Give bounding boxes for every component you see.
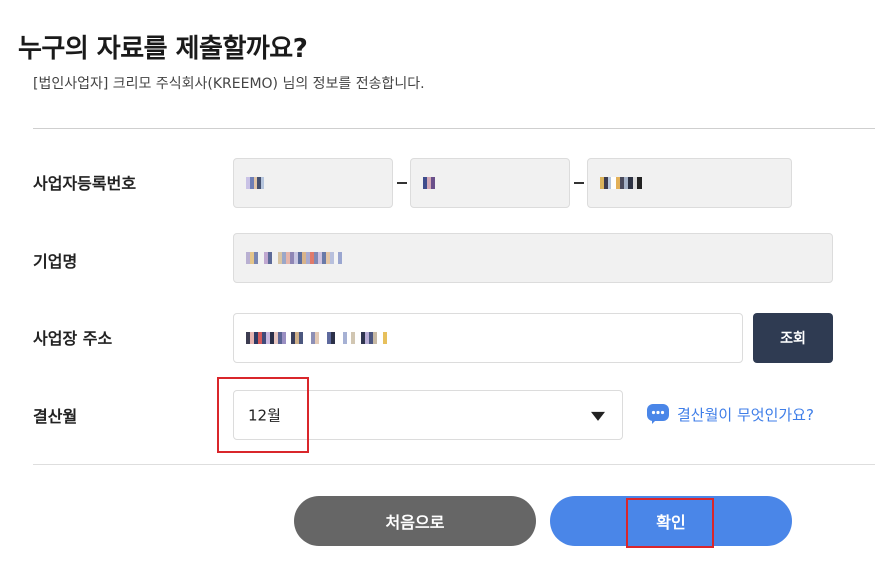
business-number-part2-field[interactable]: [410, 158, 570, 208]
masked-value: [246, 332, 387, 344]
masked-value: [246, 177, 264, 189]
start-over-button[interactable]: 처음으로: [294, 496, 536, 546]
caret-down-icon: [591, 411, 605, 421]
fiscal-month-select[interactable]: 12월: [233, 390, 623, 440]
chat-bubble-dots-icon: [647, 404, 669, 424]
company-name-label: 기업명: [33, 252, 78, 271]
business-number-label: 사업자등록번호: [33, 174, 137, 193]
company-name-field[interactable]: [233, 233, 833, 283]
fiscal-month-label: 결산월: [33, 407, 78, 426]
business-number-part1-field[interactable]: [233, 158, 393, 208]
page-subtitle: [법인사업자] 크리모 주식회사(KREEMO) 님의 정보를 전송합니다.: [33, 76, 425, 92]
separator-dash: [574, 182, 584, 184]
divider-bottom: [33, 464, 875, 465]
separator-dash: [397, 182, 407, 184]
business-address-label: 사업장 주소: [33, 329, 113, 348]
confirm-button[interactable]: 확인: [550, 496, 792, 546]
business-number-part3-field[interactable]: [587, 158, 792, 208]
fiscal-month-help-link[interactable]: 결산월이 무엇인가요?: [647, 402, 814, 426]
masked-value: [423, 177, 435, 189]
divider-top: [33, 128, 875, 129]
business-address-field[interactable]: [233, 313, 743, 363]
masked-value: [600, 177, 642, 189]
address-search-button[interactable]: 조회: [753, 313, 833, 363]
fiscal-month-selected-value: 12월: [248, 406, 281, 425]
masked-value: [246, 252, 342, 264]
help-link-label: 결산월이 무엇인가요?: [677, 405, 814, 424]
page-title: 누구의 자료를 제출할까요?: [18, 34, 308, 64]
